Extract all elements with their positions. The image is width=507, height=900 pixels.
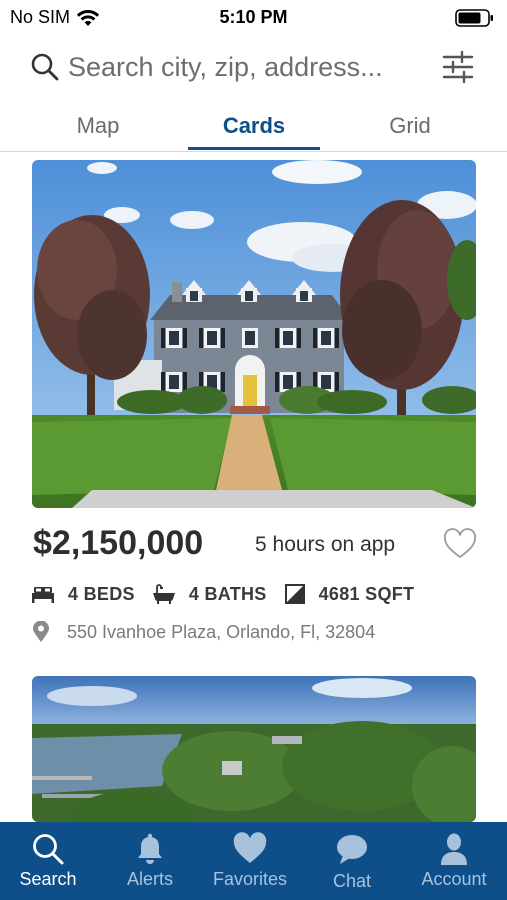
nav-account-label: Account <box>421 869 487 889</box>
status-bar: No SIM 5:10 PM <box>0 0 507 34</box>
battery-icon <box>455 9 493 27</box>
baths-spec: 4 BATHS <box>152 583 267 605</box>
sqft-spec: 4681 SQFT <box>284 583 415 605</box>
bed-icon <box>32 587 54 603</box>
listing-photo[interactable] <box>32 676 476 822</box>
listing-address: 550 Ivanhoe Plaza, Orlando, Fl, 32804 <box>32 620 375 644</box>
bottom-tab-bar: Search Alerts Favorites Chat Account <box>0 822 507 900</box>
nav-search-label: Search <box>19 869 77 889</box>
time-on-app: 5 hours on app <box>255 533 396 556</box>
location-pin-icon <box>33 621 49 642</box>
baths-label: 4 BATHS <box>188 583 267 604</box>
nav-favorites-label: Favorites <box>212 869 288 889</box>
active-tab-indicator <box>188 147 320 150</box>
beds-label: 4 BEDS <box>68 583 135 604</box>
bell-icon <box>138 833 162 864</box>
address-text: 550 Ivanhoe Plaza, Orlando, Fl, 32804 <box>67 621 376 642</box>
listing-specs: 4 BEDS 4 BATHS 4681 SQFT <box>32 580 432 608</box>
nav-chat-label: Chat <box>332 871 372 891</box>
beds-spec: 4 BEDS <box>32 584 135 605</box>
tab-grid[interactable]: Grid <box>340 100 480 152</box>
nav-alerts[interactable]: Alerts <box>100 822 200 900</box>
search-bar <box>0 38 507 96</box>
tab-cards[interactable]: Cards <box>188 100 320 152</box>
search-icon <box>33 834 64 865</box>
view-tabs: Map Cards Grid <box>0 100 507 152</box>
search-input[interactable] <box>68 48 428 86</box>
listing-price: $2,150,000 <box>33 524 204 562</box>
nav-account[interactable]: Account <box>404 822 504 900</box>
house-photo-image <box>32 160 476 508</box>
nav-favorites[interactable]: Favorites <box>200 822 300 900</box>
clock: 5:10 PM <box>219 7 288 27</box>
aerial-photo-image <box>32 676 476 822</box>
nav-chat[interactable]: Chat <box>302 822 402 900</box>
sqft-label: 4681 SQFT <box>318 583 415 604</box>
heart-icon <box>233 832 267 863</box>
search-icon[interactable] <box>30 52 60 82</box>
favorite-heart-icon[interactable] <box>443 528 477 562</box>
bathtub-icon <box>152 584 175 604</box>
person-icon <box>441 833 467 865</box>
nav-alerts-label: Alerts <box>126 869 173 889</box>
nav-search[interactable]: Search <box>0 822 98 900</box>
chat-bubble-icon <box>337 835 367 864</box>
listing-photo[interactable] <box>32 160 476 508</box>
filter-sliders-icon[interactable] <box>440 48 476 86</box>
area-square-icon <box>284 584 305 604</box>
tab-map[interactable]: Map <box>28 100 168 152</box>
